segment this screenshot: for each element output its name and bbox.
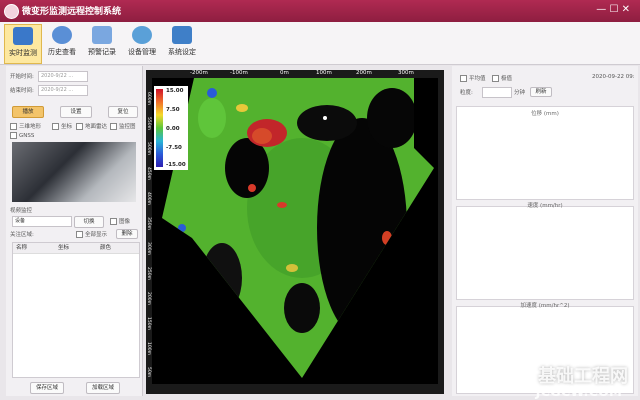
check-gnss-label: GNSS bbox=[19, 133, 35, 139]
check-image[interactable]: 图像 bbox=[110, 217, 130, 228]
tick-left: 450m bbox=[146, 167, 151, 180]
velocity-title: 速度 (mm/hr) bbox=[527, 203, 563, 209]
tick-top: -100m bbox=[230, 70, 248, 76]
delete-area-button[interactable]: 删除 bbox=[116, 229, 138, 239]
displacement-title: 位移 (mm) bbox=[531, 111, 559, 117]
col-name: 名称 bbox=[16, 245, 28, 251]
monitor-icon bbox=[13, 27, 33, 45]
check-coord-label: 坐标 bbox=[61, 124, 73, 130]
check-extreme[interactable]: 极值 bbox=[492, 74, 512, 85]
acceleration-title: 加速度 (mm/hr^2) bbox=[520, 303, 570, 309]
start-time-label: 开始时间: bbox=[10, 74, 34, 80]
alert-log-icon bbox=[92, 26, 112, 44]
left-panel: 开始时间: 2020-9/22 ... 结束时间: 2020-9/22 ... … bbox=[6, 66, 143, 396]
video-switch-button[interactable]: 切换 bbox=[74, 216, 104, 228]
window-title: 微变形监测远程控制系统 bbox=[22, 7, 122, 17]
area-table: 名称 坐标 颜色 bbox=[12, 242, 140, 378]
app-logo-icon bbox=[4, 4, 19, 19]
check-extreme-label: 极值 bbox=[501, 76, 513, 82]
tick-top: 0m bbox=[280, 70, 289, 76]
refresh-button[interactable]: 刷新 bbox=[530, 87, 552, 97]
colorbar-tick: -7.50 bbox=[166, 145, 182, 151]
tick-left: 550m bbox=[146, 117, 151, 130]
end-time-label: 结束时间: bbox=[10, 88, 34, 94]
unit-label: 分钟 bbox=[514, 90, 526, 96]
check-coord[interactable]: 坐标 bbox=[52, 122, 72, 133]
col-color: 颜色 bbox=[100, 245, 112, 251]
tab-realtime[interactable]: 实时监测 bbox=[4, 24, 42, 64]
check-radar-label: 地面雷达 bbox=[85, 124, 108, 130]
tab-realtime-label: 实时监测 bbox=[9, 49, 37, 57]
set-button[interactable]: 设置 bbox=[60, 106, 92, 118]
tab-history-label: 历史查看 bbox=[48, 48, 76, 56]
tick-left: 400m bbox=[146, 192, 151, 205]
tick-left: 200m bbox=[146, 292, 151, 305]
area-table-header: 名称 坐标 颜色 bbox=[13, 243, 139, 254]
gear-icon bbox=[132, 26, 152, 44]
tab-settings[interactable]: 系统设定 bbox=[164, 24, 200, 62]
tick-top: 200m bbox=[356, 70, 372, 76]
tick-left: 500m bbox=[146, 142, 151, 155]
tab-alert-log-label: 预警记录 bbox=[88, 48, 116, 56]
check-show-all[interactable]: 全部显示 bbox=[76, 230, 107, 241]
period-input[interactable] bbox=[482, 87, 512, 98]
tick-left: 100m bbox=[146, 342, 151, 355]
end-time-input[interactable]: 2020-9/22 ... bbox=[38, 85, 88, 96]
play-button[interactable]: 播放 bbox=[12, 106, 44, 118]
settings-icon bbox=[172, 26, 192, 44]
period-label: 粒度: bbox=[460, 90, 473, 96]
radar-deformation-image bbox=[152, 78, 438, 384]
watermark-url: JCGCW.COM bbox=[535, 385, 622, 400]
check-radar[interactable]: 地面雷达 bbox=[76, 122, 107, 133]
velocity-chart: 速度 (mm/hr) bbox=[456, 203, 634, 300]
tab-history[interactable]: 历史查看 bbox=[44, 24, 80, 62]
tab-device[interactable]: 设备管理 bbox=[124, 24, 160, 62]
video-device-select[interactable]: 设备 bbox=[12, 216, 72, 227]
save-area-button[interactable]: 保存区域 bbox=[30, 382, 64, 394]
start-time-input[interactable]: 2020-9/22 ... bbox=[38, 71, 88, 82]
col-coord: 坐标 bbox=[58, 245, 70, 251]
tab-alert-log[interactable]: 预警记录 bbox=[84, 24, 120, 62]
colorbar-tick: 0.00 bbox=[166, 126, 180, 132]
colorbar: 15.00 7.50 0.00 -7.50 -15.00 bbox=[154, 86, 188, 170]
colorbar-tick: 7.50 bbox=[166, 107, 180, 113]
check-average[interactable]: 平均值 bbox=[460, 74, 486, 85]
date-label: 2020-09-22 09: bbox=[592, 74, 635, 80]
tab-settings-label: 系统设定 bbox=[168, 48, 196, 56]
tab-device-label: 设备管理 bbox=[128, 48, 156, 56]
title-bar: 微变形监测远程控制系统 — ☐ ✕ bbox=[0, 0, 640, 22]
tick-top: -200m bbox=[190, 70, 208, 76]
load-area-button[interactable]: 加载区域 bbox=[86, 382, 120, 394]
check-monitor[interactable]: 监控图 bbox=[110, 122, 136, 133]
axis-top: -200m -100m 0m 100m 200m 300m bbox=[152, 70, 438, 78]
reset-button[interactable]: 复位 bbox=[108, 106, 138, 118]
check-average-label: 平均值 bbox=[469, 76, 486, 82]
displacement-chart: 位移 (mm) bbox=[456, 106, 634, 200]
tick-left: 50m bbox=[146, 367, 151, 378]
check-show-all-label: 全部显示 bbox=[85, 232, 108, 238]
tick-left: 250m bbox=[146, 267, 151, 280]
tick-left: 300m bbox=[146, 242, 151, 255]
colorbar-tick: 15.00 bbox=[166, 88, 184, 94]
area-label: 关注区域: bbox=[10, 232, 34, 238]
check-terrain-label: 三维地形 bbox=[19, 124, 42, 130]
radar-plot-area[interactable]: 15.00 7.50 0.00 -7.50 -15.00 bbox=[152, 78, 438, 384]
tick-top: 100m bbox=[316, 70, 332, 76]
window-controls[interactable]: — ☐ ✕ bbox=[596, 4, 630, 15]
camera-feed-image bbox=[12, 142, 136, 202]
tick-top: 300m bbox=[398, 70, 414, 76]
colorbar-tick: -15.00 bbox=[166, 162, 186, 168]
check-monitor-label: 监控图 bbox=[119, 124, 136, 130]
check-image-label: 图像 bbox=[119, 219, 131, 225]
tick-left: 350m bbox=[146, 217, 151, 230]
main-toolbar: 实时监测 历史查看 预警记录 设备管理 系统设定 bbox=[0, 22, 640, 65]
tick-left: 600m bbox=[146, 92, 151, 105]
colorbar-gradient bbox=[156, 89, 163, 167]
radar-map-view[interactable]: -200m -100m 0m 100m 200m 300m 600m 550m 50… bbox=[146, 70, 444, 394]
history-icon bbox=[52, 26, 72, 44]
tick-left: 150m bbox=[146, 317, 151, 330]
right-panel: 平均值 极值 2020-09-22 09: 粒度: 分钟 刷新 位移 (mm) … bbox=[452, 66, 638, 396]
